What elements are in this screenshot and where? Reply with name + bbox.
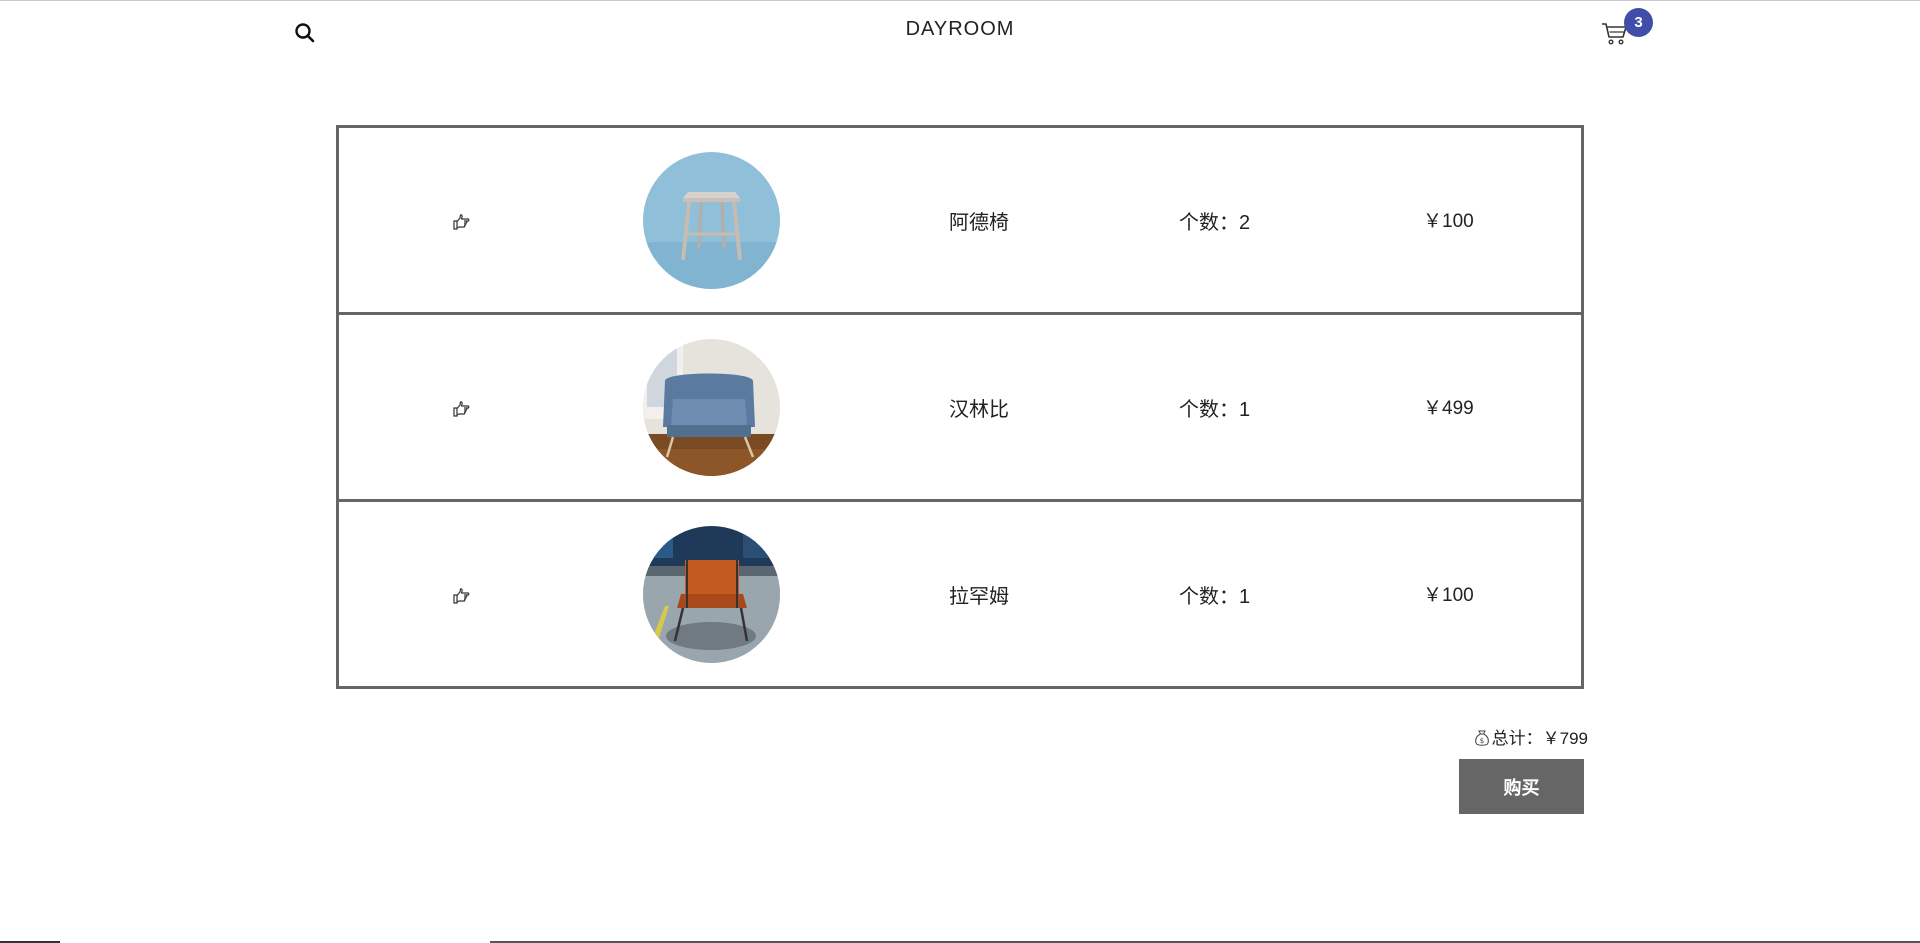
buy-button[interactable]: 购买 [1459, 759, 1584, 814]
brand-logo[interactable]: DAYROOM [860, 18, 1060, 41]
svg-text:$: $ [1479, 737, 1483, 745]
search-icon[interactable] [293, 21, 317, 45]
pointing-hand-icon[interactable] [451, 399, 471, 419]
product-name: 阿德椅 [949, 212, 1009, 234]
product-quantity: 个数：1 [1179, 586, 1251, 608]
product-name: 拉罕姆 [949, 586, 1009, 608]
product-price: ￥499 [1423, 398, 1474, 419]
cart-row: 汉林比 个数：1 ￥499 [339, 315, 1581, 502]
product-price: ￥100 [1423, 585, 1474, 606]
product-name: 汉林比 [949, 399, 1009, 421]
pointing-hand-icon[interactable] [451, 212, 471, 232]
pointing-hand-icon[interactable] [451, 586, 471, 606]
money-bag-icon: $ [1474, 729, 1490, 752]
header: DAYROOM 3 [0, 0, 1920, 64]
cart-count-badge: 3 [1624, 8, 1653, 37]
product-image-stool[interactable] [643, 152, 780, 289]
product-image-leather-chair[interactable] [643, 526, 780, 663]
cart-total: $ 总计：￥799 [1458, 724, 1588, 752]
product-image-armchair[interactable] [643, 339, 780, 476]
total-value: ￥799 [1542, 729, 1588, 748]
total-label: 总计： [1491, 729, 1543, 748]
product-quantity: 个数：1 [1179, 399, 1251, 421]
product-price: ￥100 [1423, 211, 1474, 232]
cart-row: 阿德椅 个数：2 ￥100 [339, 128, 1581, 315]
cart-row: 拉罕姆 个数：1 ￥100 [339, 502, 1581, 686]
cart-table: 阿德椅 个数：2 ￥100 汉林比 个数：1 ￥499 拉罕姆 个数：1 ￥10… [336, 125, 1584, 689]
product-quantity: 个数：2 [1179, 212, 1251, 234]
